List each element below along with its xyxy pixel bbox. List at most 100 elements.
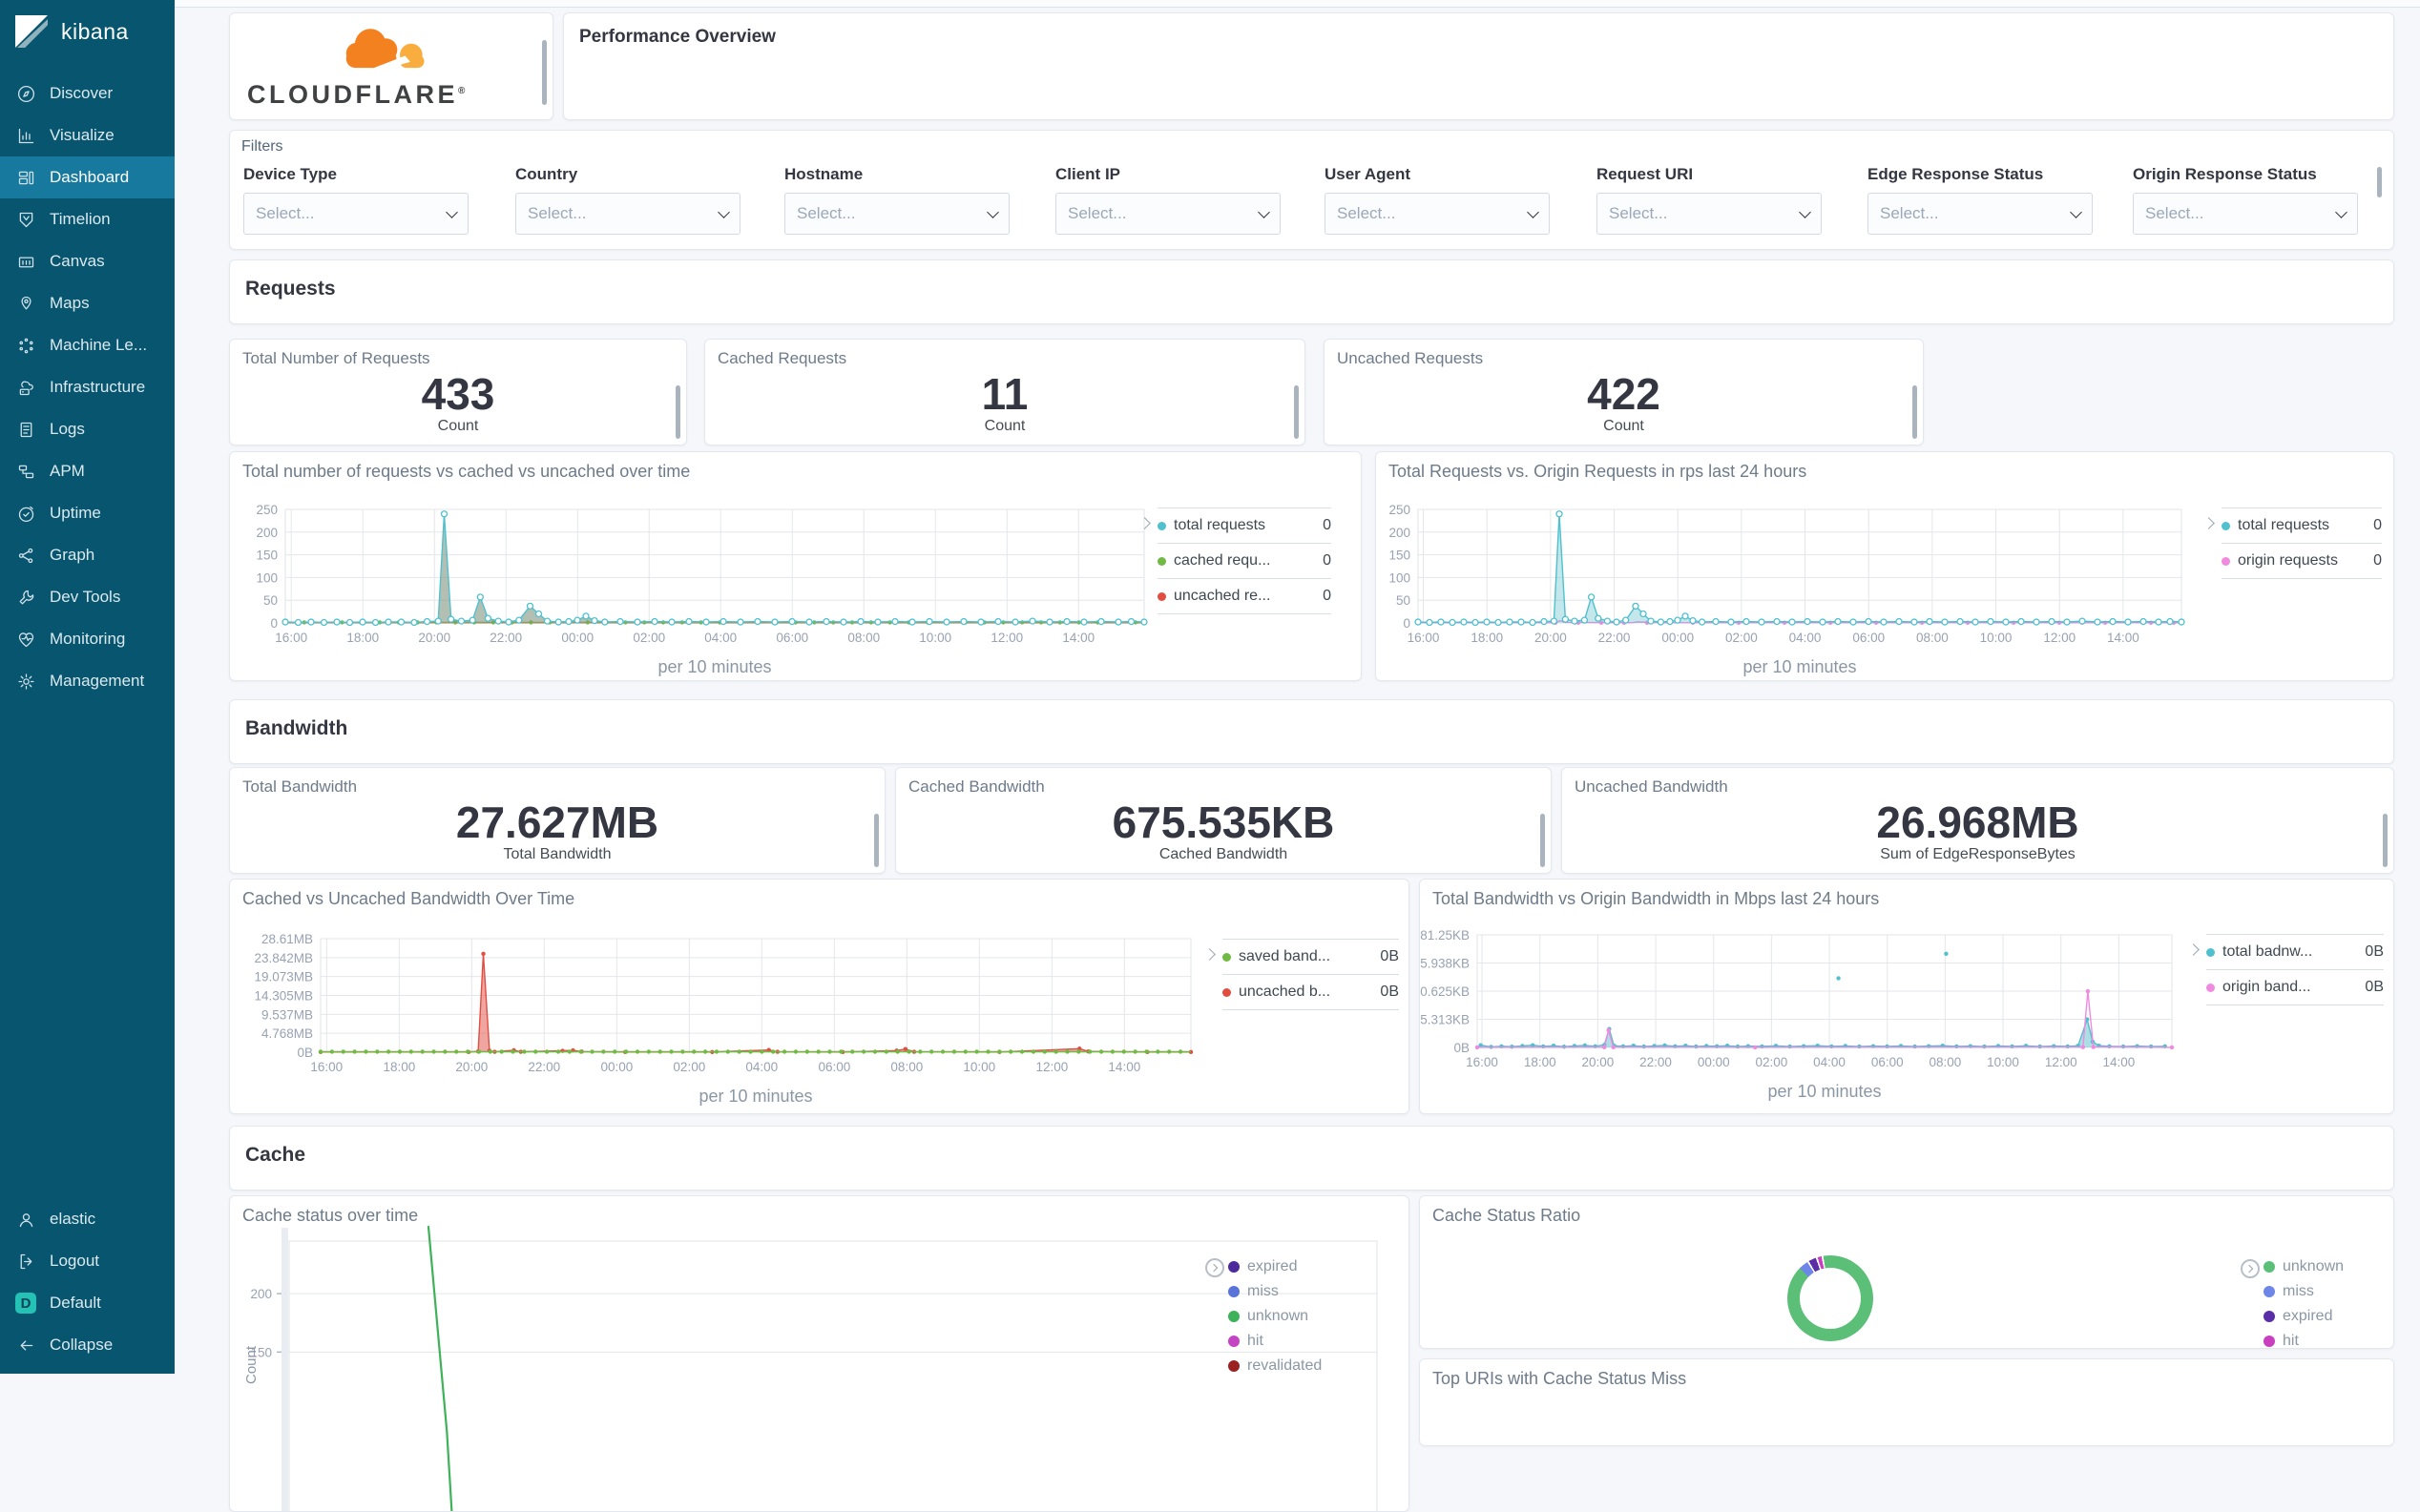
chart-title: Top URIs with Cache Status Miss [1432,1369,1687,1388]
sidebar-item-collapse[interactable]: Collapse [0,1324,175,1366]
chart-legend: total badnw... 0B origin band... 0B [2206,934,2384,1005]
sidebar-item-elastic[interactable]: elastic [0,1198,175,1240]
sidebar-item-label: Monitoring [50,630,126,648]
metric-panel-total-bandwidth: Total Bandwidth 27.627MB Total Bandwidth [229,767,886,874]
legend-item-saved-bandwidth[interactable]: saved band... 0B [1222,939,1399,974]
filter-select-origin-response-status[interactable]: Select... [2133,193,2358,235]
legend-dot-icon [1222,952,1231,962]
svg-text:14:00: 14:00 [1062,631,1095,645]
legend-item-miss[interactable]: miss [1228,1279,1322,1304]
sidebar-item-label: Dashboard [50,168,130,186]
legend-item-unknown[interactable]: unknown [2264,1254,2344,1279]
metric-subtitle: Count [437,418,479,434]
panel-scrollbar[interactable] [2377,167,2382,197]
legend-label: expired [1247,1258,1298,1274]
legend-item-uncached-bandwidth[interactable]: uncached b... 0B [1222,974,1399,1010]
legend-item-total-requests[interactable]: total requests 0 [1158,507,1331,543]
chart-legend: total requests 0 cached requ... 0 uncached r… [1158,507,1331,614]
legend-item-miss[interactable]: miss [2264,1279,2344,1304]
legend-dot-icon [2264,1336,2275,1347]
filter-select-device-type[interactable]: Select... [243,193,469,235]
legend-item-expired[interactable]: expired [2264,1304,2344,1329]
panel-scrollbar[interactable] [2383,814,2388,867]
section-title-requests: Requests [245,278,336,300]
metric-panel-cached-bandwidth: Cached Bandwidth 675.535KB Cached Bandwidt… [895,767,1552,874]
legend-item-revalidated[interactable]: revalidated [1228,1354,1322,1378]
sidebar-item-default[interactable]: D Default [0,1282,175,1324]
sidebar-item-infrastructure[interactable]: Infrastructure [0,366,175,408]
svg-text:19.073MB: 19.073MB [254,970,313,984]
panel-scrollbar[interactable] [1912,385,1917,439]
legend-collapse-icon[interactable] [2241,1259,2260,1278]
compass-icon [17,85,35,102]
legend-item-hit[interactable]: hit [1228,1329,1322,1354]
legend-item-hit[interactable]: hit [2264,1329,2344,1349]
metric-title: Cached Bandwidth [908,777,1045,796]
legend-item-uncached-requests[interactable]: uncached re... 0 [1158,578,1331,614]
sidebar-item-maps[interactable]: Maps [0,282,175,324]
panel-section-cache: Cache [229,1126,2394,1191]
legend-item-expired[interactable]: expired [1228,1254,1322,1279]
sidebar-item-logout[interactable]: Logout [0,1240,175,1282]
metric-subtitle: Total Bandwidth [503,846,612,862]
select-placeholder: Select... [1609,204,1668,222]
legend-dot-icon [2222,521,2230,530]
filter-select-hostname[interactable]: Select... [784,193,1010,235]
legend-dot-icon [1222,987,1231,997]
sidebar-item-uptime[interactable]: Uptime [0,492,175,534]
sidebar-item-dashboard[interactable]: Dashboard [0,156,175,198]
panel-scrollbar[interactable] [676,385,680,439]
sidebar-item-canvas[interactable]: Canvas [0,240,175,282]
kibana-sidebar: kibana Discover Visualize Dashboard Timelio… [0,0,175,1374]
legend-item-origin-bandwidth[interactable]: origin band... 0B [2206,969,2384,1005]
sidebar-item-dev-tools[interactable]: Dev Tools [0,576,175,618]
metric-value: 26.968MB [1876,797,2079,847]
panel-scrollbar[interactable] [874,814,879,867]
sidebar-item-label: Default [50,1294,101,1312]
svg-text:250: 250 [256,503,278,517]
panel-scrollbar[interactable] [1540,814,1545,867]
sidebar-item-apm[interactable]: APM [0,450,175,492]
legend-collapse-icon[interactable] [1205,1258,1224,1277]
filter-select-request-uri[interactable]: Select... [1596,193,1822,235]
chart-legend: total requests 0 origin requests 0 [2222,507,2382,579]
sidebar-item-machine-le[interactable]: Machine Le... [0,324,175,366]
legend-label: hit [2283,1333,2299,1349]
sidebar-item-label: Graph [50,546,95,564]
sidebar-item-logs[interactable]: Logs [0,408,175,450]
filter-label: Device Type [243,165,337,183]
svg-text:195.313KB: 195.313KB [1420,1012,1470,1026]
sidebar-item-timelion[interactable]: Timelion [0,198,175,240]
chevron-down-icon [718,205,730,218]
svg-text:50: 50 [263,593,278,608]
panel-scrollbar[interactable] [542,40,547,105]
filter-select-country[interactable]: Select... [515,193,741,235]
timelion-icon [19,212,33,227]
svg-text:23.842MB: 23.842MB [254,951,313,965]
legend-item-total-requests[interactable]: total requests 0 [2222,507,2382,543]
sidebar-item-management[interactable]: Management [0,660,175,702]
sidebar-item-visualize[interactable]: Visualize [0,114,175,156]
legend-dot-icon [1228,1336,1240,1347]
svg-text:08:00: 08:00 [1929,1055,1961,1069]
filter-select-client-ip[interactable]: Select... [1055,193,1281,235]
panel-scrollbar[interactable] [1294,385,1299,439]
chevron-down-icon [987,205,999,218]
legend-label: total requests [2238,517,2330,533]
legend-item-cached-requests[interactable]: cached requ... 0 [1158,543,1331,578]
legend-item-unknown[interactable]: unknown [1228,1304,1322,1329]
sidebar-item-monitoring[interactable]: Monitoring [0,618,175,660]
x-axis-label: per 10 minutes [1742,657,1857,676]
legend-item-total-bandwidth[interactable]: total badnw... 0B [2206,934,2384,969]
filter-label: User Agent [1325,165,1411,183]
filter-select-edge-response-status[interactable]: Select... [1867,193,2093,235]
legend-item-origin-requests[interactable]: origin requests 0 [2222,543,2382,579]
x-axis-label: per 10 minutes [1767,1082,1882,1101]
sidebar-item-graph[interactable]: Graph [0,534,175,576]
kibana-logo[interactable]: kibana [0,0,175,59]
registered-mark: ® [457,86,466,96]
filter-select-user-agent[interactable]: Select... [1325,193,1550,235]
svg-text:20:00: 20:00 [1534,631,1567,645]
dashboard-icon [18,171,34,184]
sidebar-item-discover[interactable]: Discover [0,72,175,114]
